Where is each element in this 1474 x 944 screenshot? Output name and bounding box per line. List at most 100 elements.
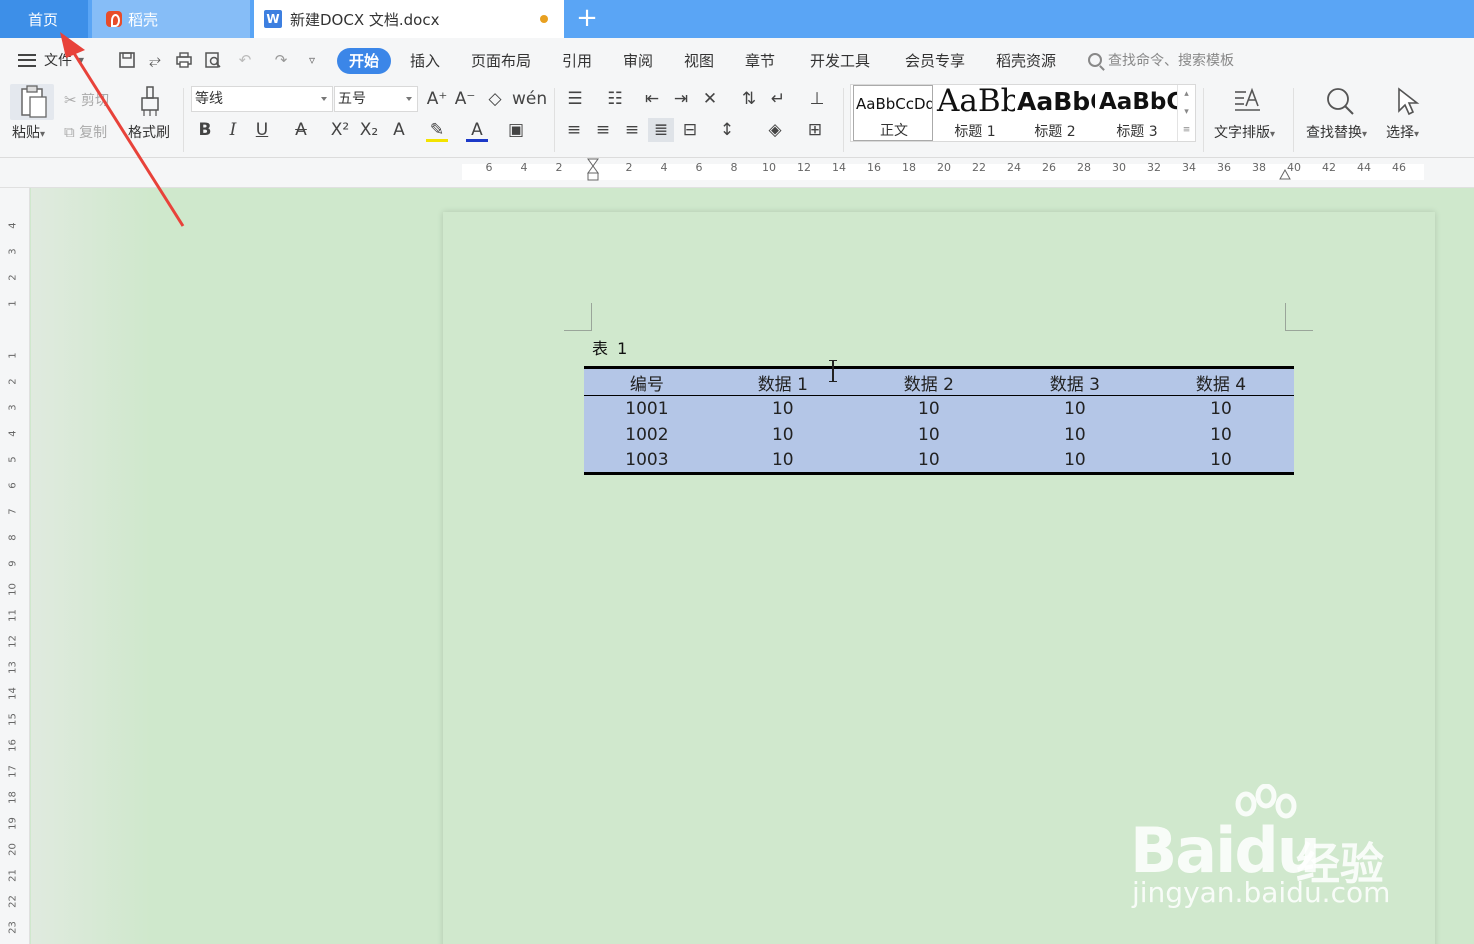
borders-icon[interactable]: ⊞ xyxy=(804,120,826,140)
sort-icon[interactable]: ⇅ xyxy=(738,89,760,109)
table-cell[interactable]: 10 xyxy=(1002,396,1148,422)
line-spacing-icon[interactable]: ↕ xyxy=(716,120,738,140)
table-header-cell[interactable]: 数据 2 xyxy=(855,367,1002,396)
numbered-list-icon[interactable]: ☷ xyxy=(604,89,626,109)
print-icon[interactable] xyxy=(175,51,193,69)
find-replace-button[interactable]: 查找替换▾ xyxy=(1306,122,1367,142)
table-header-cell[interactable]: 数据 3 xyxy=(1001,367,1148,396)
align-left-icon[interactable]: ≡ xyxy=(563,120,585,140)
font-name-select[interactable]: 等线 xyxy=(191,86,333,112)
right-indent-marker-icon[interactable] xyxy=(1279,166,1291,180)
chinese-layout-icon[interactable]: ✕ xyxy=(699,89,721,109)
paste-label[interactable]: 粘贴▾ xyxy=(12,122,45,142)
table-cell[interactable]: 10 xyxy=(1002,448,1148,474)
print-preview-icon[interactable] xyxy=(204,51,222,69)
bullet-list-icon[interactable]: ☰ xyxy=(564,89,586,109)
table-cell[interactable]: 10 xyxy=(1148,448,1294,474)
table-header-cell[interactable]: 编号 xyxy=(584,367,710,396)
vertical-ruler[interactable]: 4 3 2 1 1 2 3 4 5 6 7 8 9 10 11 12 13 14 15 16 17 18 19 20 21 22 2… xyxy=(0,188,30,944)
paste-button[interactable] xyxy=(10,84,54,120)
text-layout-icon[interactable] xyxy=(1232,86,1264,118)
style-heading-2[interactable]: AaBbC 标题 2 xyxy=(1015,85,1095,141)
table-cell[interactable]: 10 xyxy=(1148,396,1294,422)
table-cell[interactable]: 10 xyxy=(856,396,1002,422)
styles-scroll[interactable]: ▴ ▾ ≡ xyxy=(1177,85,1195,141)
bold-icon[interactable]: B xyxy=(194,120,216,140)
data-table[interactable]: 编号 数据 1 数据 2 数据 3 数据 4 1001 10 10 10 10 … xyxy=(584,366,1294,475)
tab-start[interactable]: 开始 xyxy=(337,48,392,74)
style-normal[interactable]: AaBbCcDd 正文 xyxy=(853,85,933,141)
style-heading-1[interactable]: AaBb 标题 1 xyxy=(935,85,1015,141)
tab-developer[interactable]: 开发工具 xyxy=(810,48,870,74)
tab-docer-resources[interactable]: 稻壳资源 xyxy=(996,48,1056,74)
format-painter-icon[interactable] xyxy=(134,84,166,120)
table-caption[interactable]: 表 1 xyxy=(592,335,629,359)
align-right-icon[interactable]: ≡ xyxy=(621,120,643,140)
ribbon: 粘贴▾ ✂ 剪切 ⧉ 复制 格式刷 等线 五号 A⁺ A⁻ ◇ wén B I … xyxy=(0,82,1474,158)
tab-insert[interactable]: 插入 xyxy=(410,48,440,74)
tab-references[interactable]: 引用 xyxy=(562,48,592,74)
text-layout-button[interactable]: 文字排版▾ xyxy=(1214,122,1275,142)
highlight-icon[interactable]: ✎ xyxy=(426,120,448,142)
table-cell[interactable]: 10 xyxy=(1002,422,1148,448)
decrease-indent-icon[interactable]: ⇤ xyxy=(641,89,663,109)
find-replace-icon[interactable] xyxy=(1324,86,1356,118)
new-tab-button[interactable]: + xyxy=(574,3,600,35)
clear-format-icon[interactable]: ◇ xyxy=(484,89,506,109)
grow-font-icon[interactable]: A⁺ xyxy=(426,89,448,109)
shading-icon[interactable]: ◈ xyxy=(764,120,786,140)
table-cell[interactable]: 1001 xyxy=(584,396,710,422)
export-icon[interactable]: ⥂ xyxy=(146,51,164,69)
show-marks-icon[interactable]: ↵ xyxy=(767,89,789,109)
tab-member[interactable]: 会员专享 xyxy=(905,48,965,74)
ruler-tick-label: 22 xyxy=(972,161,986,174)
font-size-select[interactable]: 五号 xyxy=(334,86,418,112)
justify-icon[interactable]: ≣ xyxy=(648,118,674,142)
tab-stops-icon[interactable]: ⊥ xyxy=(806,89,828,109)
superscript-icon[interactable]: X² xyxy=(329,120,351,140)
underline-icon[interactable]: U xyxy=(251,120,273,140)
save-icon[interactable] xyxy=(118,51,136,69)
tab-page-layout[interactable]: 页面布局 xyxy=(471,48,531,74)
text-effect-icon[interactable]: A xyxy=(388,120,410,140)
format-painter-label[interactable]: 格式刷 xyxy=(128,122,170,142)
tab-docer[interactable]: 稻壳 xyxy=(92,0,250,38)
copy-button[interactable]: ⧉ 复制 xyxy=(64,122,107,142)
cut-button[interactable]: ✂ 剪切 xyxy=(64,90,109,110)
font-color-icon[interactable]: A xyxy=(466,120,488,142)
table-cell[interactable]: 10 xyxy=(1148,422,1294,448)
table-cell[interactable]: 10 xyxy=(856,448,1002,474)
align-center-icon[interactable]: ≡ xyxy=(592,120,614,140)
command-search[interactable]: 查找命令、搜索模板 xyxy=(1088,50,1234,70)
table-header-cell[interactable]: 数据 4 xyxy=(1147,367,1294,396)
tab-home[interactable]: 首页 xyxy=(0,0,88,38)
table-cell[interactable]: 10 xyxy=(856,422,1002,448)
select-button[interactable]: 选择▾ xyxy=(1386,122,1419,142)
select-cursor-icon[interactable] xyxy=(1394,86,1422,118)
customize-toolbar-icon[interactable]: ▿ xyxy=(303,51,321,69)
table-cell[interactable]: 1002 xyxy=(584,422,710,448)
indent-marker-icon[interactable] xyxy=(587,158,599,182)
horizontal-ruler[interactable]: 6 4 2 2 4 6 8 10 12 14 16 18 20 22 24 26 28 30 32 34 36 38 40 4… xyxy=(0,158,1474,188)
redo-icon[interactable]: ↷ xyxy=(272,51,290,69)
subscript-icon[interactable]: X₂ xyxy=(358,120,380,140)
chevron-down-icon: ▾ xyxy=(78,53,85,67)
strikethrough-icon[interactable]: A xyxy=(290,120,312,140)
tab-chapter[interactable]: 章节 xyxy=(745,48,775,74)
table-cell[interactable]: 10 xyxy=(710,396,856,422)
pinyin-icon[interactable]: wén xyxy=(512,89,547,109)
undo-icon[interactable]: ↶ xyxy=(236,51,254,69)
table-cell[interactable]: 10 xyxy=(710,448,856,474)
tab-view[interactable]: 视图 xyxy=(684,48,714,74)
style-heading-3[interactable]: AaBbC 标题 3 xyxy=(1097,85,1177,141)
char-border-icon[interactable]: ▣ xyxy=(505,120,527,140)
tab-review[interactable]: 审阅 xyxy=(623,48,653,74)
table-cell[interactable]: 1003 xyxy=(584,448,710,474)
italic-icon[interactable]: I xyxy=(222,120,244,140)
increase-indent-icon[interactable]: ⇥ xyxy=(670,89,692,109)
shrink-font-icon[interactable]: A⁻ xyxy=(454,89,476,109)
file-menu-button[interactable]: 文件 ▾ xyxy=(18,50,84,70)
table-cell[interactable]: 10 xyxy=(710,422,856,448)
distribute-icon[interactable]: ⊟ xyxy=(679,120,701,140)
tab-document[interactable]: W 新建DOCX 文档.docx xyxy=(254,0,564,38)
